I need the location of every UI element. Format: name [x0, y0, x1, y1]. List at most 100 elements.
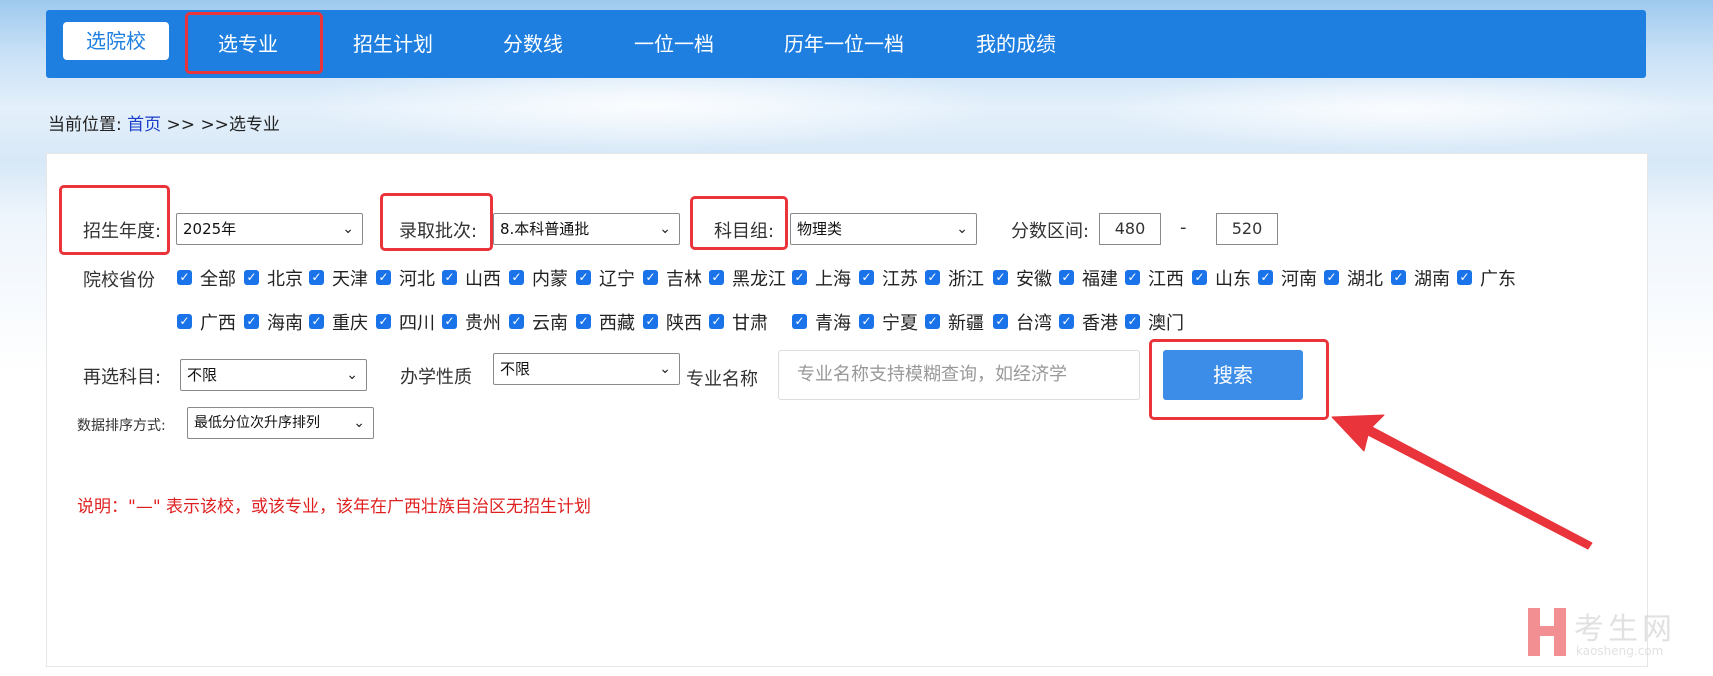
reselect-label: 再选科目: — [83, 367, 162, 388]
province-label-item: 山东 — [1215, 269, 1251, 290]
province-checkbox[interactable]: ✓ — [993, 314, 1008, 329]
chevron-down-icon: ⌄ — [659, 221, 671, 237]
breadcrumb-separator: >> >> — [166, 115, 229, 135]
province-checkbox[interactable]: ✓ — [576, 314, 591, 329]
province-checkbox[interactable]: ✓ — [859, 270, 874, 285]
province-checkbox[interactable]: ✓ — [376, 314, 391, 329]
province-checkbox[interactable]: ✓ — [1324, 270, 1339, 285]
province-checkbox[interactable]: ✓ — [643, 270, 658, 285]
province-checkbox[interactable]: ✓ — [993, 270, 1008, 285]
chevron-down-icon: ⌄ — [346, 367, 358, 383]
chevron-down-icon: ⌄ — [659, 361, 671, 377]
major-name-label: 专业名称 — [686, 369, 758, 390]
highlight-box-search — [1149, 339, 1329, 420]
province-checkbox[interactable]: ✓ — [925, 314, 940, 329]
province-label-item: 广西 — [200, 313, 236, 334]
province-label-item: 贵州 — [465, 313, 501, 334]
batch-select-value: 8.本科普通批 — [500, 220, 590, 238]
province-label-item: 云南 — [532, 313, 568, 334]
reselect-select[interactable]: 不限 ⌄ — [180, 359, 367, 391]
province-label-item: 青海 — [815, 313, 851, 334]
province-checkbox[interactable]: ✓ — [1258, 270, 1273, 285]
province-checkbox[interactable]: ✓ — [509, 314, 524, 329]
province-label-item: 澳门 — [1148, 313, 1184, 334]
score-max-input[interactable]: 520 — [1216, 213, 1278, 245]
subject-select-value: 物理类 — [797, 220, 843, 238]
province-checkbox[interactable]: ✓ — [177, 270, 192, 285]
province-checkbox[interactable]: ✓ — [1391, 270, 1406, 285]
province-checkbox[interactable]: ✓ — [709, 270, 724, 285]
province-checkbox[interactable]: ✓ — [925, 270, 940, 285]
province-label-item: 北京 — [267, 269, 303, 290]
province-checkbox[interactable]: ✓ — [576, 270, 591, 285]
province-label-item: 浙江 — [948, 269, 984, 290]
province-label-item: 福建 — [1082, 269, 1118, 290]
highlight-box-batch — [380, 193, 493, 251]
province-checkbox[interactable]: ✓ — [177, 314, 192, 329]
province-checkbox[interactable]: ✓ — [709, 314, 724, 329]
province-checkbox[interactable]: ✓ — [1059, 314, 1074, 329]
nav-my-scores[interactable]: 我的成绩 — [976, 10, 1056, 78]
province-checkbox[interactable]: ✓ — [376, 270, 391, 285]
province-label-item: 天津 — [332, 269, 368, 290]
province-label-item: 四川 — [399, 313, 435, 334]
subject-select[interactable]: 物理类 ⌄ — [790, 213, 977, 245]
chevron-down-icon: ⌄ — [353, 415, 365, 431]
province-label-item: 黑龙江 — [732, 269, 786, 290]
year-select[interactable]: 2025年 ⌄ — [176, 213, 363, 245]
school-nature-label: 办学性质 — [400, 367, 472, 388]
highlight-box-subject — [690, 196, 788, 250]
province-label-item: 河北 — [399, 269, 435, 290]
watermark-cn: 考生网 — [1574, 612, 1676, 647]
breadcrumb: 当前位置: 首页 >> >>选专业 — [48, 110, 280, 135]
breadcrumb-current: 选专业 — [228, 115, 280, 135]
nav-select-school[interactable]: 选院校 — [63, 22, 169, 60]
province-label-item: 山西 — [465, 269, 501, 290]
score-range-dash: - — [1180, 217, 1187, 238]
province-checkbox[interactable]: ✓ — [1125, 314, 1140, 329]
highlight-box-year — [59, 185, 170, 255]
sort-label: 数据排序方式: — [77, 418, 166, 434]
province-checkbox[interactable]: ✓ — [1457, 270, 1472, 285]
province-checkbox[interactable]: ✓ — [442, 314, 457, 329]
province-label-item: 甘肃 — [732, 313, 768, 334]
province-checkbox[interactable]: ✓ — [792, 314, 807, 329]
province-checkbox[interactable]: ✓ — [792, 270, 807, 285]
province-checkbox[interactable]: ✓ — [309, 314, 324, 329]
breadcrumb-prefix: 当前位置: — [48, 115, 122, 135]
province-checkbox[interactable]: ✓ — [244, 270, 259, 285]
nav-history-rank[interactable]: 历年一位一档 — [784, 10, 904, 78]
nav-enrollment-plan[interactable]: 招生计划 — [353, 10, 433, 78]
nav-rank-table[interactable]: 一位一档 — [634, 10, 714, 78]
province-checkbox[interactable]: ✓ — [1192, 270, 1207, 285]
province-label-item: 安徽 — [1016, 269, 1052, 290]
chevron-down-icon: ⌄ — [342, 221, 354, 237]
watermark-en: kaosheng.com — [1576, 644, 1664, 658]
province-label-item: 内蒙 — [532, 269, 568, 290]
red-arrow-annotation — [1331, 414, 1593, 550]
batch-select[interactable]: 8.本科普通批 ⌄ — [493, 213, 680, 245]
province-checkbox[interactable]: ✓ — [643, 314, 658, 329]
province-label-item: 台湾 — [1016, 313, 1052, 334]
score-min-input[interactable]: 480 — [1099, 213, 1161, 245]
province-label-item: 全部 — [200, 269, 236, 290]
province-label-item: 湖南 — [1414, 269, 1450, 290]
sort-select[interactable]: 最低分位次升序排列 ⌄ — [187, 407, 374, 439]
kaosheng-logo-icon — [1528, 608, 1566, 656]
province-checkbox[interactable]: ✓ — [442, 270, 457, 285]
province-checkbox[interactable]: ✓ — [309, 270, 324, 285]
chevron-down-icon: ⌄ — [956, 221, 968, 237]
nav-score-line[interactable]: 分数线 — [503, 10, 563, 78]
breadcrumb-home-link[interactable]: 首页 — [127, 115, 161, 135]
major-search-input[interactable]: 专业名称支持模糊查询，如经济学 — [778, 350, 1140, 400]
province-checkbox[interactable]: ✓ — [509, 270, 524, 285]
school-nature-select[interactable]: 不限 ⌄ — [493, 353, 680, 385]
score-range-label: 分数区间: — [1011, 221, 1090, 242]
province-label-item: 新疆 — [948, 313, 984, 334]
province-checkbox[interactable]: ✓ — [244, 314, 259, 329]
highlight-box-nav — [185, 12, 323, 74]
province-checkbox[interactable]: ✓ — [1125, 270, 1140, 285]
province-checkbox[interactable]: ✓ — [859, 314, 874, 329]
province-checkbox[interactable]: ✓ — [1059, 270, 1074, 285]
province-label-item: 河南 — [1281, 269, 1317, 290]
